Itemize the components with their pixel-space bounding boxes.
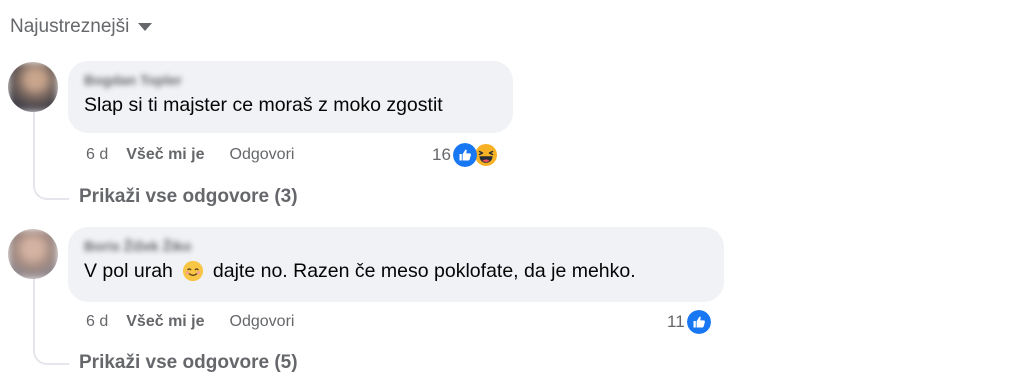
comment-time[interactable]: 6 d — [86, 313, 108, 331]
sort-dropdown[interactable]: Najustreznejši — [10, 16, 153, 38]
comment-text-part: dajte no. Razen če meso poklofate, da je… — [212, 260, 636, 282]
show-replies-link[interactable]: Prikaži vse odgovore (3) — [79, 186, 298, 208]
reply-button[interactable]: Odgovori — [230, 313, 295, 331]
sort-label: Najustreznejši — [10, 16, 130, 37]
reaction-summary[interactable]: 16 — [432, 143, 498, 167]
reaction-count: 16 — [432, 145, 451, 164]
comment-text-part: V pol urah — [84, 260, 173, 282]
comment-author[interactable]: Boris Žižek Žiko — [84, 236, 708, 256]
like-icon — [452, 143, 477, 167]
show-replies-link[interactable]: Prikaži vse odgovore (5) — [79, 352, 298, 374]
avatar[interactable] — [8, 229, 58, 279]
like-button[interactable]: Všeč mi je — [126, 313, 204, 331]
laughing-face-icon — [473, 143, 498, 167]
like-button[interactable]: Všeč mi je — [126, 146, 204, 164]
reaction-count: 11 — [667, 312, 685, 331]
thread-line — [33, 112, 69, 200]
comment-author[interactable]: Bogdan Topler — [84, 70, 497, 90]
reaction-summary[interactable]: 11 — [667, 310, 711, 334]
thread-line — [33, 278, 69, 365]
avatar[interactable] — [8, 62, 58, 112]
comment-bubble: Boris Žižek Žiko V pol urah dajte no. Ra… — [68, 227, 724, 302]
caret-down-icon — [138, 23, 153, 31]
comment-bubble: Bogdan Topler Slap si ti majster ce mora… — [68, 61, 513, 133]
comment-time[interactable]: 6 d — [86, 146, 108, 164]
like-icon — [686, 310, 711, 334]
comment-actions: 6 d Všeč mi je Odgovori — [86, 313, 294, 331]
comment-actions: 6 d Všeč mi je Odgovori — [86, 146, 294, 164]
comment-text: Slap si ti majster ce moraš z moko zgost… — [84, 94, 443, 116]
smiling-face-icon — [182, 260, 203, 282]
reply-button[interactable]: Odgovori — [230, 146, 295, 164]
comment-text: V pol urah dajte no. Razen če meso poklo… — [84, 256, 708, 286]
